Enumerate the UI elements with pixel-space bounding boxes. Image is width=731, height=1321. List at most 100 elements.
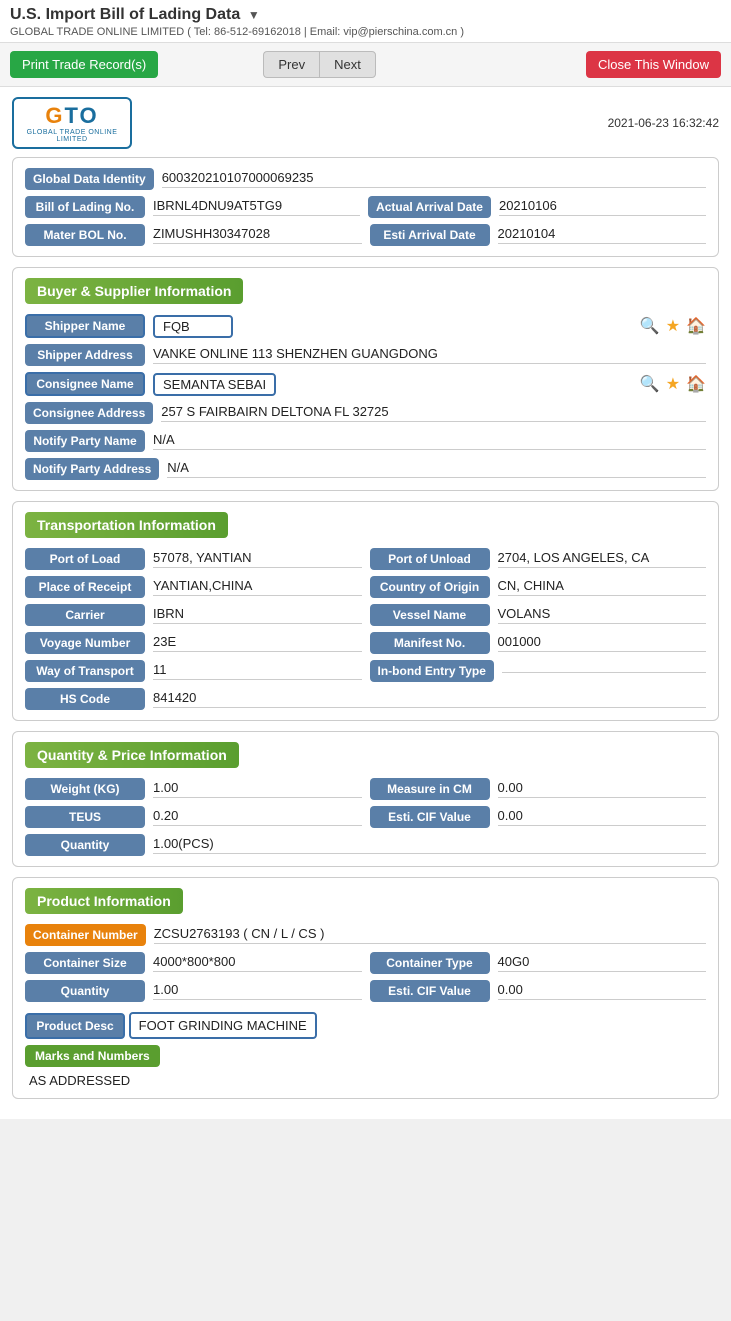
in-bond-label: In-bond Entry Type (370, 660, 494, 682)
port-of-load-value: 57078, YANTIAN (153, 550, 362, 568)
product-esti-cif-label: Esti. CIF Value (370, 980, 490, 1002)
quantity-label: Quantity (25, 834, 145, 856)
notify-party-address-row: Notify Party Address N/A (25, 458, 706, 480)
manifest-no-col: Manifest No. 001000 (370, 632, 707, 654)
esti-arrival-value: 20210104 (498, 226, 707, 244)
measure-col: Measure in CM 0.00 (370, 778, 707, 800)
container-type-value: 40G0 (498, 954, 707, 972)
vessel-name-col: Vessel Name VOLANS (370, 604, 707, 626)
quantity-price-box: Quantity & Price Information Weight (KG)… (12, 731, 719, 867)
teus-cif-row: TEUS 0.20 Esti. CIF Value 0.00 (25, 806, 706, 828)
container-size-type-row: Container Size 4000*800*800 Container Ty… (25, 952, 706, 974)
measure-value: 0.00 (498, 780, 707, 798)
transportation-title: Transportation Information (25, 512, 228, 538)
esti-cif-value: 0.00 (498, 808, 707, 826)
marks-row: Marks and Numbers (25, 1045, 706, 1067)
global-data-identity-value: 600320210107000069235 (162, 170, 706, 188)
notify-party-name-value: N/A (153, 432, 706, 450)
close-button[interactable]: Close This Window (586, 51, 721, 78)
country-of-origin-col: Country of Origin CN, CHINA (370, 576, 707, 598)
way-of-transport-col: Way of Transport 11 (25, 660, 362, 682)
marks-label: Marks and Numbers (25, 1045, 160, 1067)
shipper-star-icon[interactable]: ★ (666, 316, 680, 336)
shipper-icons: 🔍 ★ 🏠 (640, 316, 706, 336)
mater-bol-row: Mater BOL No. ZIMUSHH30347028 Esti Arriv… (25, 224, 706, 246)
teus-col: TEUS 0.20 (25, 806, 362, 828)
notify-party-address-value: N/A (167, 460, 706, 478)
vessel-name-label: Vessel Name (370, 604, 490, 626)
next-button[interactable]: Next (319, 51, 376, 78)
way-of-transport-label: Way of Transport (25, 660, 145, 682)
container-number-value: ZCSU2763193 ( CN / L / CS ) (154, 926, 706, 944)
receipt-origin-row: Place of Receipt YANTIAN,CHINA Country o… (25, 576, 706, 598)
notify-party-name-row: Notify Party Name N/A (25, 430, 706, 452)
shipper-home-icon[interactable]: 🏠 (686, 316, 706, 336)
in-bond-col: In-bond Entry Type (370, 660, 707, 682)
country-of-origin-value: CN, CHINA (498, 578, 707, 596)
voyage-number-col: Voyage Number 23E (25, 632, 362, 654)
port-of-load-col: Port of Load 57078, YANTIAN (25, 548, 362, 570)
consignee-icons: 🔍 ★ 🏠 (640, 374, 706, 394)
quantity-value: 1.00(PCS) (153, 836, 706, 854)
teus-value: 0.20 (153, 808, 362, 826)
port-of-unload-value: 2704, LOS ANGELES, CA (498, 550, 707, 568)
subtitle: GLOBAL TRADE ONLINE LIMITED ( Tel: 86-51… (10, 26, 721, 38)
product-quantity-label: Quantity (25, 980, 145, 1002)
manifest-no-label: Manifest No. (370, 632, 490, 654)
shipper-address-value: VANKE ONLINE 113 SHENZHEN GUANGDONG (153, 346, 706, 364)
place-of-receipt-value: YANTIAN,CHINA (153, 578, 362, 596)
carrier-col: Carrier IBRN (25, 604, 362, 626)
container-number-label: Container Number (25, 924, 146, 946)
buyer-supplier-title: Buyer & Supplier Information (25, 278, 243, 304)
place-of-receipt-col: Place of Receipt YANTIAN,CHINA (25, 576, 362, 598)
manifest-no-value: 001000 (498, 634, 707, 652)
shipper-address-label: Shipper Address (25, 344, 145, 366)
print-button[interactable]: Print Trade Record(s) (10, 51, 158, 78)
consignee-name-label: Consignee Name (25, 372, 145, 396)
container-type-label: Container Type (370, 952, 490, 974)
weight-value: 1.00 (153, 780, 362, 798)
country-of-origin-label: Country of Origin (370, 576, 490, 598)
notify-party-name-label: Notify Party Name (25, 430, 145, 452)
bol-no-label: Bill of Lading No. (25, 196, 145, 218)
shipper-name-value: FQB (153, 315, 233, 338)
actual-arrival-label: Actual Arrival Date (368, 196, 491, 218)
product-esti-cif-col: Esti. CIF Value 0.00 (370, 980, 707, 1002)
global-data-identity-row: Global Data Identity 6003202101070000692… (25, 168, 706, 190)
logo: GTO GLOBAL TRADE ONLINE LIMITED (12, 97, 132, 149)
prev-button[interactable]: Prev (263, 51, 319, 78)
consignee-address-row: Consignee Address 257 S FAIRBAIRN DELTON… (25, 402, 706, 424)
place-of-receipt-label: Place of Receipt (25, 576, 145, 598)
container-size-label: Container Size (25, 952, 145, 974)
consignee-address-label: Consignee Address (25, 402, 153, 424)
notify-party-address-label: Notify Party Address (25, 458, 159, 480)
hs-code-value: 841420 (153, 690, 706, 708)
weight-label: Weight (KG) (25, 778, 145, 800)
shipper-search-icon[interactable]: 🔍 (640, 316, 660, 336)
logo-subtext: GLOBAL TRADE ONLINE LIMITED (22, 129, 122, 143)
consignee-search-icon[interactable]: 🔍 (640, 374, 660, 394)
mater-bol-value: ZIMUSHH30347028 (153, 226, 362, 244)
voyage-manifest-row: Voyage Number 23E Manifest No. 001000 (25, 632, 706, 654)
carrier-value: IBRN (153, 606, 362, 624)
logo-row: GTO GLOBAL TRADE ONLINE LIMITED 2021-06-… (12, 97, 719, 149)
bol-no-value: IBRNL4DNU9AT5TG9 (153, 198, 360, 216)
product-quantity-value: 1.00 (153, 982, 362, 1000)
product-desc-label: Product Desc (25, 1013, 125, 1039)
marks-value: AS ADDRESSED (25, 1073, 706, 1088)
consignee-home-icon[interactable]: 🏠 (686, 374, 706, 394)
consignee-name-row: Consignee Name SEMANTA SEBAI 🔍 ★ 🏠 (25, 372, 706, 396)
actual-arrival-value: 20210106 (499, 198, 706, 216)
logo-text: GTO (45, 103, 98, 129)
port-row: Port of Load 57078, YANTIAN Port of Unlo… (25, 548, 706, 570)
hs-code-row: HS Code 841420 (25, 688, 706, 710)
weight-measure-row: Weight (KG) 1.00 Measure in CM 0.00 (25, 778, 706, 800)
identity-box: Global Data Identity 6003202101070000692… (12, 157, 719, 257)
consignee-star-icon[interactable]: ★ (666, 374, 680, 394)
voyage-number-label: Voyage Number (25, 632, 145, 654)
product-qty-cif-row: Quantity 1.00 Esti. CIF Value 0.00 (25, 980, 706, 1002)
shipper-name-label: Shipper Name (25, 314, 145, 338)
dropdown-arrow-icon[interactable]: ▼ (248, 8, 260, 22)
product-quantity-col: Quantity 1.00 (25, 980, 362, 1002)
mater-bol-label: Mater BOL No. (25, 224, 145, 246)
